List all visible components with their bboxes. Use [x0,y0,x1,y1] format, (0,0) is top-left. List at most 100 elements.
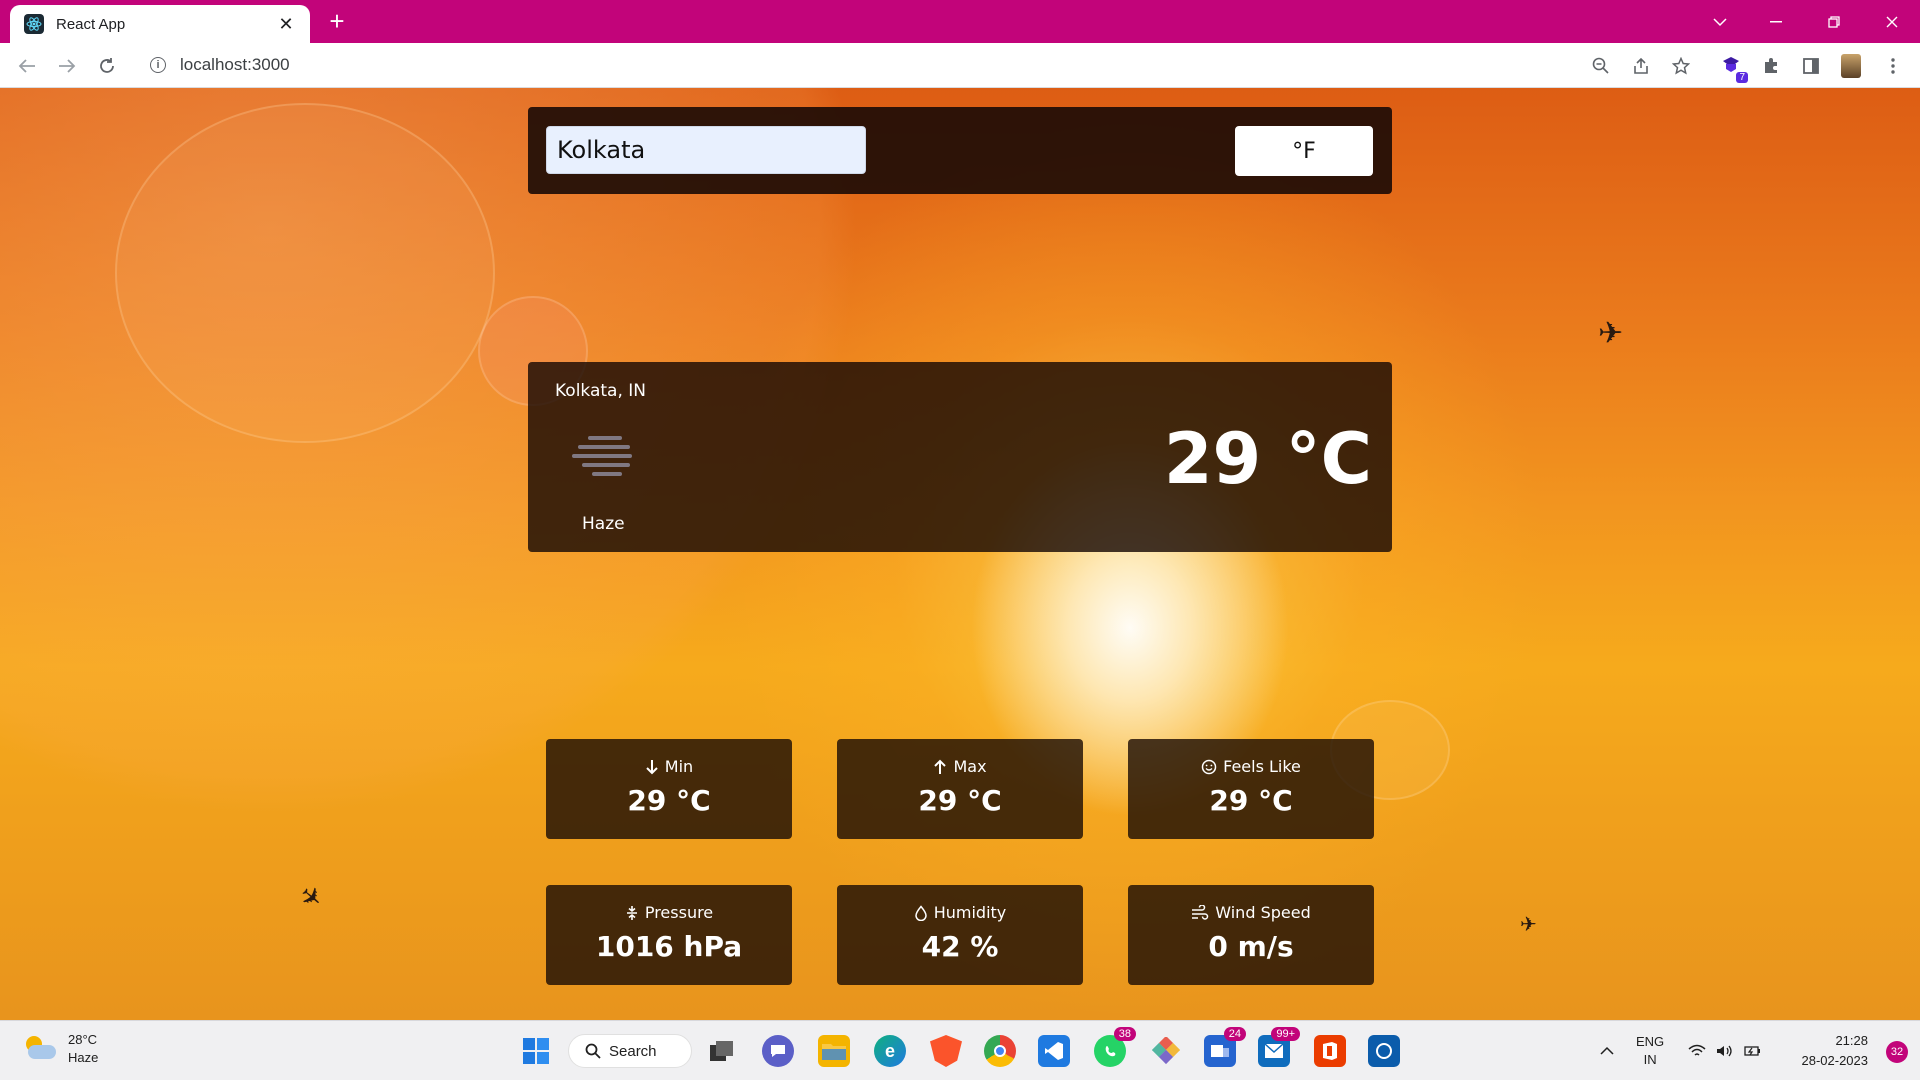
bird-icon: ✈ [1598,317,1624,350]
arrow-down-icon [646,759,658,774]
stat-value: 29 °C [1209,784,1293,817]
browser-titlebar: React App ✕ + [0,0,1920,43]
unit-toggle-button[interactable]: °F [1235,126,1373,176]
stat-label: Feels Like [1223,757,1301,776]
bookmark-star-icon[interactable] [1668,53,1694,79]
mail-badge: 99+ [1271,1027,1300,1041]
stat-card-max: Max 29 °C [837,739,1083,839]
chrome-browser-icon[interactable] [984,1035,1016,1067]
smile-icon [1201,759,1217,774]
windows-taskbar: 28°C Haze Search e 38 24 99+ ENG IN 21:2… [0,1020,1920,1080]
search-icon [585,1043,601,1059]
region-code: IN [1643,1052,1657,1067]
extensions-puzzle-icon[interactable] [1758,53,1784,79]
partly-cloudy-icon [22,1036,56,1062]
forward-button[interactable] [52,51,82,81]
bird-icon: ✈ [1520,914,1537,936]
stat-card-feels-like: Feels Like 29 °C [1128,739,1374,839]
stat-card-humidity: Humidity 42 % [837,885,1083,985]
browser-toolbar: i localhost:3000 7 [0,43,1920,88]
back-button[interactable] [12,51,42,81]
tab-title: React App [56,15,126,33]
vscode-icon[interactable] [1038,1035,1070,1067]
volume-icon [1717,1045,1732,1057]
stat-value: 29 °C [918,784,1002,817]
stat-card-min: Min 29 °C [546,739,792,839]
city-search-input[interactable] [546,126,866,174]
taskbar-search-label: Search [609,1042,657,1060]
current-weather-panel: Kolkata, IN Haze 29 °C [528,362,1392,552]
restore-button[interactable] [1806,0,1862,43]
taskbar-clock[interactable]: 21:28 28-02-2023 [1802,1031,1869,1071]
react-icon [24,14,44,34]
edge-browser-icon[interactable]: e [874,1035,906,1067]
battery-charging-icon [1744,1046,1760,1056]
tray-overflow-chevron-icon[interactable] [1600,1021,1614,1080]
address-bar[interactable]: i localhost:3000 [136,48,1876,82]
tab-close-icon[interactable]: ✕ [276,14,296,35]
search-panel: °F [528,107,1392,194]
browser-tab[interactable]: React App ✕ [10,5,310,43]
taskbar-weather-condition: Haze [68,1050,99,1065]
dell-app-icon[interactable] [1368,1035,1400,1067]
new-tab-button[interactable]: + [323,8,351,36]
language-indicator[interactable]: ENG IN [1636,1021,1664,1080]
url-text: localhost:3000 [180,55,290,74]
teams-badge: 24 [1223,1027,1246,1041]
taskbar-weather-widget[interactable]: 28°C Haze [22,1031,98,1067]
whatsapp-icon[interactable]: 38 [1094,1027,1136,1067]
teams-work-icon[interactable]: 24 [1204,1027,1246,1067]
stat-label: Wind Speed [1215,903,1311,922]
extension-shield-icon[interactable]: 7 [1718,53,1748,83]
file-explorer-icon[interactable] [818,1035,850,1067]
zoom-icon[interactable] [1588,53,1614,79]
menu-kebab-icon[interactable] [1880,53,1906,79]
brave-browser-icon[interactable] [930,1035,962,1067]
weather-condition: Haze [582,514,625,534]
weather-app-page: ✈ ✈ ✈ °F Kolkata, IN Haze 29 °C Min 29 °… [0,88,1920,1020]
location-label: Kolkata, IN [555,381,647,401]
clock-date: 28-02-2023 [1801,1053,1869,1068]
whatsapp-badge: 38 [1113,1027,1136,1041]
task-view-icon[interactable] [706,1035,738,1067]
git-client-icon[interactable] [1150,1035,1182,1067]
minimize-button[interactable] [1748,0,1804,43]
tab-search-chevron-icon[interactable] [1692,0,1748,43]
notification-badge[interactable]: 32 [1886,1041,1908,1063]
current-temperature: 29 °C [1163,418,1372,500]
extension-badge: 7 [1736,72,1748,83]
stat-label: Max [953,757,987,776]
compress-icon [626,905,637,920]
stat-label: Min [664,757,694,776]
stat-label: Pressure [644,903,714,922]
reload-button[interactable] [92,51,122,81]
wind-icon [1192,904,1209,920]
windows-start-icon[interactable] [520,1035,552,1067]
profile-avatar[interactable] [1838,53,1864,79]
mail-icon[interactable]: 99+ [1258,1027,1300,1067]
stat-value: 0 m/s [1208,930,1294,963]
stat-value: 29 °C [627,784,711,817]
bird-icon: ✈ [293,878,330,916]
system-tray-icons[interactable] [1688,1021,1762,1080]
language-code: ENG [1636,1034,1665,1049]
lens-flare [115,103,495,443]
close-window-button[interactable] [1864,0,1920,43]
clock-time: 21:28 [1835,1033,1868,1048]
taskbar-weather-temp: 28°C [68,1032,98,1047]
share-icon[interactable] [1628,53,1654,79]
stat-value: 42 % [921,930,999,963]
taskbar-search[interactable]: Search [568,1034,692,1068]
teams-chat-icon[interactable] [762,1035,794,1067]
wifi-icon [1688,1044,1706,1056]
haze-icon [572,436,638,480]
stat-value: 1016 hPa [595,930,743,963]
office-icon[interactable] [1314,1035,1346,1067]
arrow-up-icon [934,759,947,774]
stat-label: Humidity [933,903,1007,922]
stat-card-wind-speed: Wind Speed 0 m/s [1128,885,1374,985]
side-panel-icon[interactable] [1798,53,1824,79]
droplet-icon [914,904,927,921]
site-info-icon[interactable]: i [150,57,166,73]
stat-card-pressure: Pressure 1016 hPa [546,885,792,985]
